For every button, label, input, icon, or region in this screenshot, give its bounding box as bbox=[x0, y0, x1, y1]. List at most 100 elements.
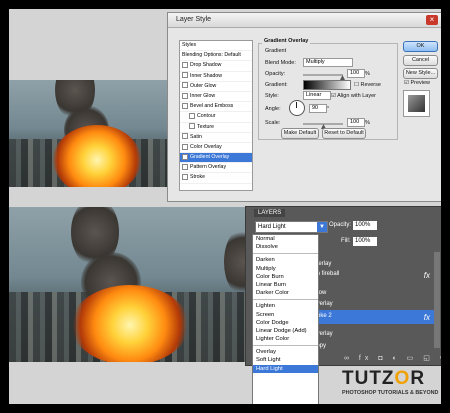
blend-mode-menu: Normal Dissolve Darken Multiply Color Burn Li… bbox=[252, 234, 319, 404]
menu-item[interactable]: Darker Color bbox=[253, 289, 318, 297]
menu-item[interactable]: Hard Light bbox=[253, 364, 318, 373]
layer-row[interactable]: Overlay bbox=[312, 331, 441, 337]
scrollbar[interactable] bbox=[434, 252, 440, 348]
degree-sign: ° bbox=[327, 106, 330, 112]
reset-default-button[interactable]: Reset to Default bbox=[322, 128, 366, 139]
opacity-slider[interactable] bbox=[303, 74, 343, 76]
fx-icon[interactable]: fx bbox=[424, 313, 430, 322]
layer-row[interactable]: moke 2 fx bbox=[312, 313, 441, 322]
opacity-label: Opacity: bbox=[329, 222, 352, 228]
style-item[interactable]: Texture bbox=[180, 123, 252, 133]
style-label: Style: bbox=[265, 93, 279, 99]
style-checkbox[interactable] bbox=[182, 174, 188, 181]
style-item[interactable]: Blending Options: Default bbox=[180, 51, 252, 62]
menu-item[interactable]: Normal bbox=[253, 235, 318, 243]
scale-slider[interactable] bbox=[303, 123, 343, 125]
close-icon[interactable]: × bbox=[426, 15, 438, 25]
style-checkbox[interactable] bbox=[182, 133, 188, 140]
menu-item[interactable]: Color Dodge bbox=[253, 319, 318, 327]
menu-item[interactable]: Soft Light bbox=[253, 356, 318, 364]
gradient-swatch[interactable] bbox=[303, 80, 351, 90]
make-default-button[interactable]: Make Default bbox=[281, 128, 319, 139]
canvas-image-top bbox=[9, 80, 189, 187]
layer-row[interactable]: Copy bbox=[312, 343, 441, 349]
style-item-label: Inner Glow bbox=[190, 92, 216, 99]
style-checkbox[interactable] bbox=[182, 62, 188, 68]
layer-row[interactable]: Overlay bbox=[312, 301, 441, 307]
style-item-label: Styles bbox=[182, 42, 197, 48]
style-select[interactable]: Linear bbox=[303, 91, 331, 100]
menu-item[interactable]: Lighten bbox=[253, 302, 318, 310]
reverse-checkbox[interactable]: ☐ Reverse bbox=[354, 82, 381, 88]
angle-dial[interactable] bbox=[289, 100, 305, 116]
sub-group-title: Gradient bbox=[265, 48, 287, 54]
menu-item[interactable]: Screen bbox=[253, 311, 318, 319]
menu-item[interactable]: Linear Burn bbox=[253, 281, 318, 289]
blend-mode-select[interactable]: Multiply bbox=[303, 58, 353, 67]
align-checkbox[interactable]: ☑ Align with Layer bbox=[331, 93, 376, 99]
style-item[interactable]: Bevel and Emboss bbox=[180, 102, 252, 113]
style-item[interactable]: Satin bbox=[180, 133, 252, 143]
ok-button[interactable]: OK bbox=[403, 41, 438, 52]
style-item[interactable]: Outer Glow bbox=[180, 82, 252, 92]
blend-mode-label: Blend Mode: bbox=[265, 60, 296, 66]
preview-thumbnail bbox=[403, 90, 430, 117]
style-checkbox[interactable] bbox=[182, 143, 188, 150]
style-item[interactable]: Pattern Overlay bbox=[180, 163, 252, 174]
style-checkbox[interactable] bbox=[182, 82, 188, 89]
menu-item[interactable]: Lighter Color bbox=[253, 335, 318, 343]
style-item-label: Color Overlay bbox=[190, 143, 222, 150]
cancel-button[interactable]: Cancel bbox=[403, 55, 438, 66]
chevron-down-icon[interactable]: ▼ bbox=[317, 222, 327, 232]
layer-row[interactable]: ain fireball fx bbox=[312, 271, 441, 280]
style-checkbox[interactable] bbox=[182, 102, 188, 109]
angle-field[interactable]: 90 bbox=[309, 104, 327, 113]
menu-item[interactable]: Linear Dodge (Add) bbox=[253, 327, 318, 335]
canvas-image-bottom bbox=[9, 207, 264, 362]
blend-mode-dropdown[interactable]: Hard Light ▼ bbox=[255, 221, 328, 233]
preview-checkbox[interactable]: ☑ Preview bbox=[404, 80, 430, 86]
group-title: Gradient Overlay bbox=[262, 38, 311, 44]
style-item-label: Drop Shadow bbox=[190, 62, 222, 69]
style-item-label: Contour bbox=[197, 113, 216, 120]
style-item[interactable]: Inner Glow bbox=[180, 92, 252, 103]
new-style-button[interactable]: New Style... bbox=[403, 68, 438, 79]
menu-item[interactable]: Dissolve bbox=[253, 243, 318, 251]
styles-list: Styles Blending Options: Default Drop Shad… bbox=[179, 40, 253, 191]
menu-separator bbox=[253, 253, 318, 255]
style-item[interactable]: Styles bbox=[180, 41, 252, 52]
menu-item[interactable]: Darken bbox=[253, 256, 318, 264]
fill-field[interactable]: 100% bbox=[353, 237, 377, 246]
style-item[interactable]: Gradient Overlay bbox=[180, 153, 252, 164]
opacity-field[interactable]: 100 bbox=[347, 69, 365, 78]
layers-footer-icons[interactable]: ∞ fx ◘ ◐ ▭ ◱ ⌫ bbox=[344, 354, 441, 362]
preview-label: Preview bbox=[410, 80, 431, 86]
style-item[interactable]: Inner Shadow bbox=[180, 72, 252, 82]
style-item[interactable]: Drop Shadow bbox=[180, 61, 252, 72]
layer-row[interactable]: overlay bbox=[312, 261, 441, 267]
tutzor-logo: TUTZOR PHOTOSHOP TUTORIALS & BEYOND bbox=[342, 368, 441, 404]
style-item[interactable]: Color Overlay bbox=[180, 143, 252, 154]
style-checkbox[interactable] bbox=[182, 72, 188, 79]
style-item[interactable]: Stroke bbox=[180, 173, 252, 184]
layer-row[interactable]: adow bbox=[312, 290, 441, 296]
style-checkbox[interactable] bbox=[189, 112, 195, 119]
percent-sign: % bbox=[365, 71, 370, 77]
scale-field[interactable]: 100 bbox=[347, 118, 365, 127]
style-item[interactable]: Contour bbox=[180, 112, 252, 123]
style-checkbox[interactable] bbox=[182, 163, 188, 170]
style-checkbox[interactable] bbox=[189, 123, 195, 130]
gradient-overlay-group: Gradient Overlay Gradient Blend Mode: Mu… bbox=[258, 38, 398, 140]
style-checkbox[interactable] bbox=[182, 153, 188, 160]
menu-item[interactable]: Overlay bbox=[253, 348, 318, 356]
fx-icon[interactable]: fx bbox=[424, 271, 430, 280]
blend-mode-value: Hard Light bbox=[258, 224, 286, 230]
opacity-label: Opacity: bbox=[265, 71, 286, 77]
style-item-label: Outer Glow bbox=[190, 82, 217, 89]
menu-item[interactable]: Color Burn bbox=[253, 273, 318, 281]
style-item-label: Blending Options: Default bbox=[182, 52, 241, 59]
style-checkbox[interactable] bbox=[182, 92, 188, 99]
menu-item[interactable]: Multiply bbox=[253, 265, 318, 273]
layers-tab[interactable]: LAYERS bbox=[254, 209, 286, 217]
opacity-field[interactable]: 100% bbox=[353, 221, 377, 230]
